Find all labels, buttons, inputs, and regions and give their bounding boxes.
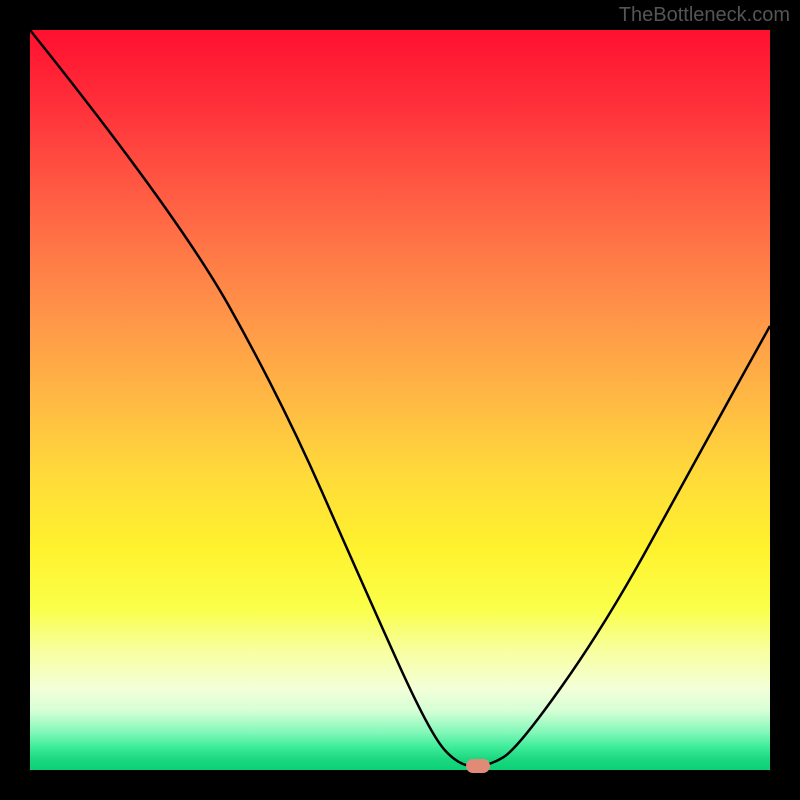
optimal-point-marker xyxy=(466,759,490,773)
watermark-text: TheBottleneck.com xyxy=(619,4,790,27)
bottleneck-curve xyxy=(30,30,770,770)
plot-area xyxy=(30,30,770,770)
